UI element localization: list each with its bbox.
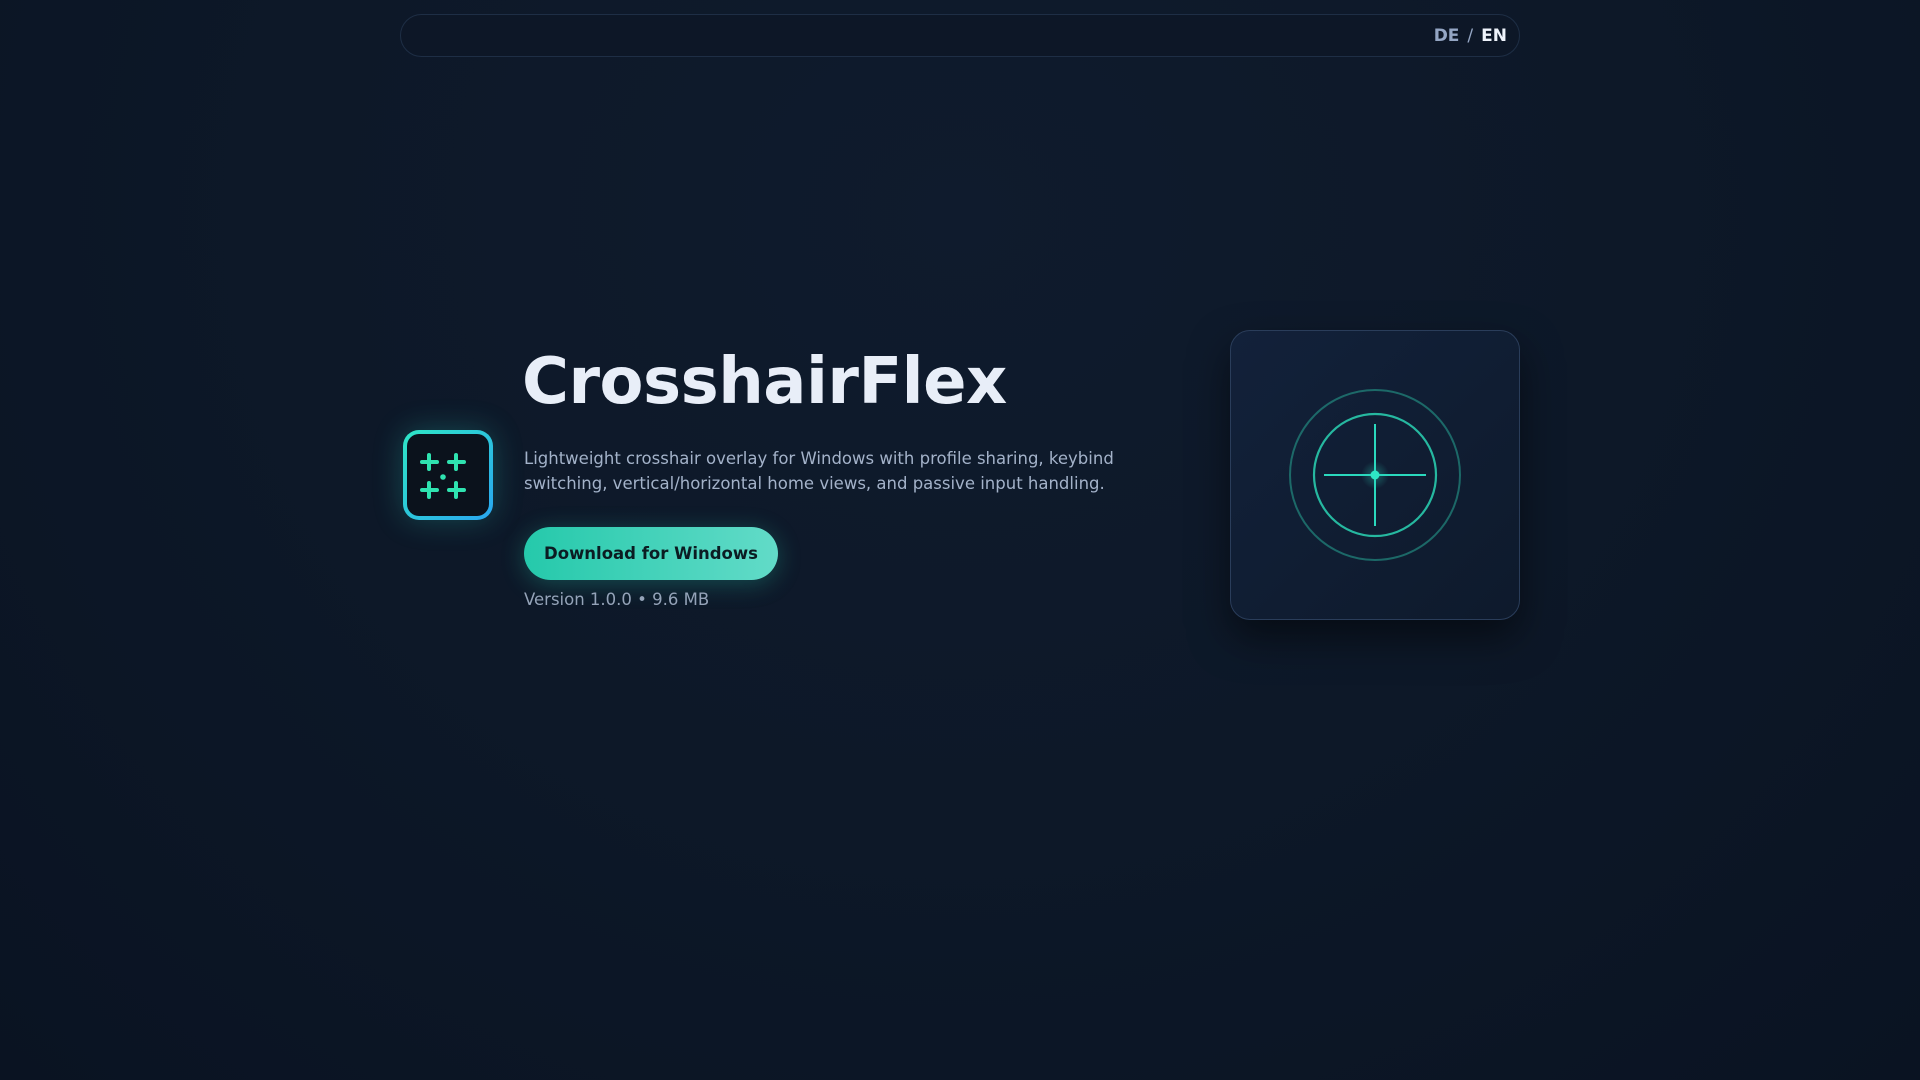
lang-separator: / bbox=[1467, 26, 1474, 46]
page-title: CrosshairFlex bbox=[522, 345, 1007, 419]
top-nav: DE / EN bbox=[400, 14, 1520, 57]
version-info: Version 1.0.0 • 9.6 MB bbox=[524, 590, 710, 609]
crosshair-preview-card bbox=[1230, 330, 1520, 620]
app-logo-icon bbox=[403, 430, 493, 520]
app-description: Lightweight crosshair overlay for Window… bbox=[524, 449, 1114, 493]
language-switcher: DE / EN bbox=[1434, 26, 1507, 46]
lang-de-link[interactable]: DE bbox=[1434, 26, 1460, 46]
lang-en-link[interactable]: EN bbox=[1481, 26, 1507, 46]
download-windows-button[interactable]: Download for Windows bbox=[524, 527, 778, 580]
crosshair-preview-icon bbox=[1289, 389, 1461, 561]
